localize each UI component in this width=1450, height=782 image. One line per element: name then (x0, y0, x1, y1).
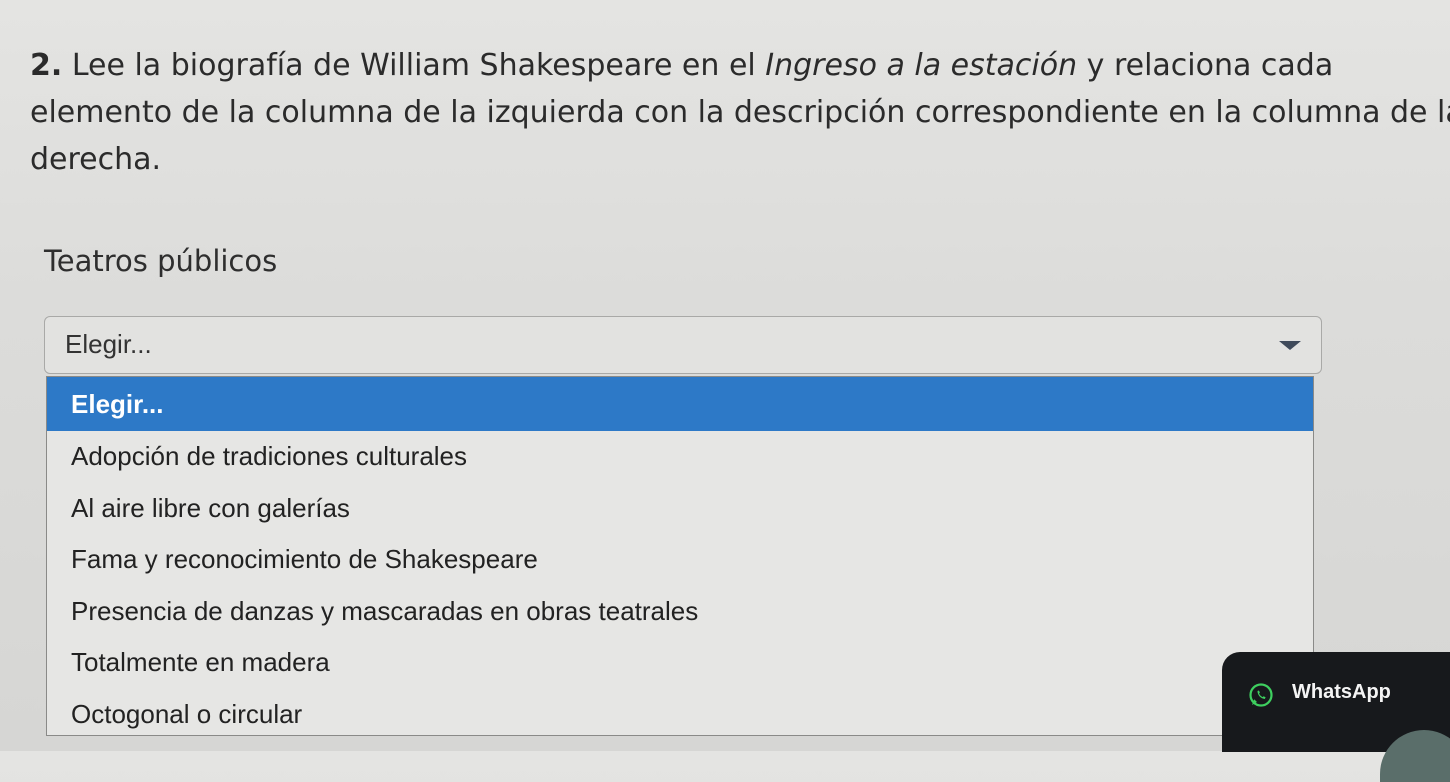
option-fama-reconocimiento[interactable]: Fama y reconocimiento de Shakespeare (47, 534, 1313, 586)
chat-bubble-icon[interactable] (1380, 730, 1450, 782)
dropdown-options-list: Elegir... Adopción de tradiciones cultur… (46, 376, 1314, 736)
option-adopcion-tradiciones[interactable]: Adopción de tradiciones culturales (47, 431, 1313, 483)
whatsapp-button[interactable]: WhatsApp (1222, 652, 1450, 782)
option-totalmente-madera[interactable]: Totalmente en madera (47, 637, 1313, 689)
option-octogonal-circular[interactable]: Octogonal o circular (47, 689, 1313, 741)
question-emphasis: Ingreso a la estación (765, 48, 1078, 83)
field-label: Teatros públicos (44, 244, 278, 278)
whatsapp-icon (1249, 683, 1273, 707)
select-current-value: Elegir... (65, 329, 152, 359)
question-instructions: 2. Lee la biografía de William Shakespea… (30, 42, 1450, 183)
question-number: 2. (30, 48, 63, 83)
option-aire-libre-galerias[interactable]: Al aire libre con galerías (47, 483, 1313, 535)
question-text-before: Lee la biografía de William Shakespeare … (71, 48, 756, 83)
option-elegir[interactable]: Elegir... (47, 377, 1313, 431)
whatsapp-label: WhatsApp (1292, 681, 1391, 703)
answer-select[interactable]: Elegir... (44, 316, 1322, 374)
option-danzas-mascaradas[interactable]: Presencia de danzas y mascaradas en obra… (47, 586, 1313, 638)
chevron-down-icon[interactable] (1279, 341, 1301, 350)
